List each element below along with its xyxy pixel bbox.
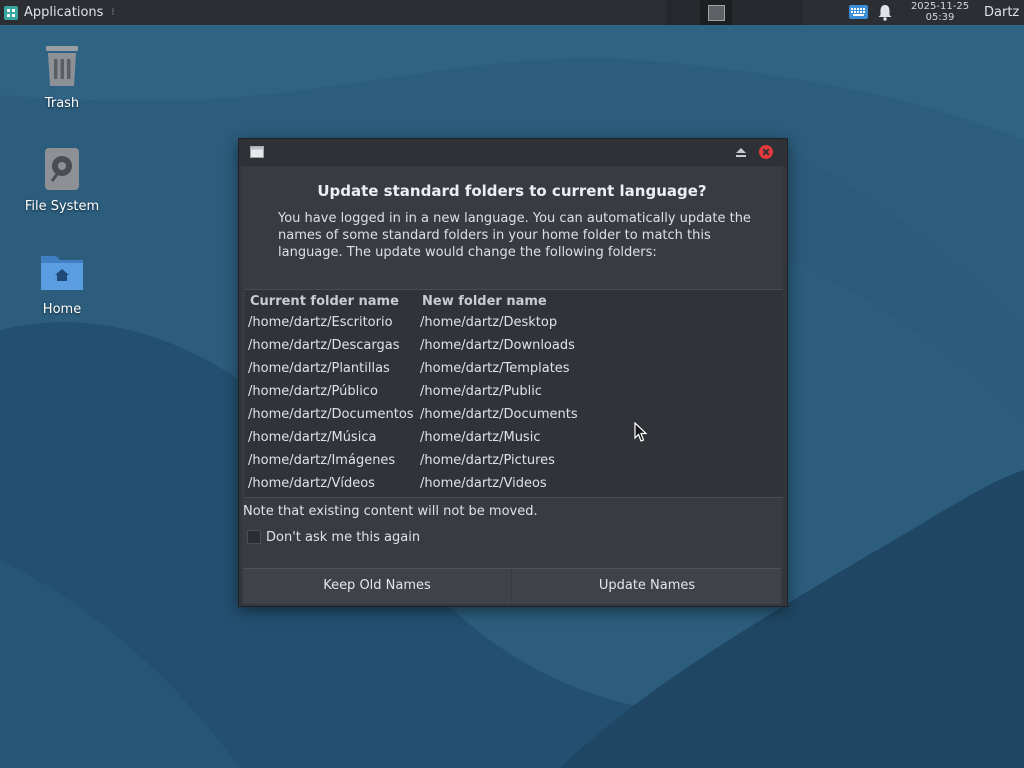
workspace-1[interactable] <box>707 4 725 21</box>
desktop-icon-file-system[interactable]: File System <box>7 145 117 214</box>
table-header: Current folder name New folder name <box>245 290 783 312</box>
applications-menu-button[interactable]: Applications ⁝ <box>4 0 115 25</box>
desktop-icon-label: File System <box>24 199 100 214</box>
panel-clock[interactable]: 2025-11-25 05:39 <box>902 1 978 23</box>
new-folder-cell: /home/dartz/Templates <box>420 361 570 376</box>
current-folder-cell: /home/dartz/Vídeos <box>248 476 375 491</box>
desktop-icon-label: Trash <box>44 96 80 111</box>
window-icon <box>250 146 264 158</box>
trash-icon <box>46 46 78 86</box>
note-text: Note that existing content will not be m… <box>243 504 538 519</box>
user-menu[interactable]: Dartz <box>984 0 1019 25</box>
clock-time: 05:39 <box>925 12 955 23</box>
notification-bell-icon[interactable] <box>877 4 893 21</box>
desktop-icon-label: Home <box>42 302 82 317</box>
table-row[interactable]: /home/dartz/Música /home/dartz/Music <box>245 427 783 450</box>
table-row[interactable]: /home/dartz/Vídeos /home/dartz/Videos <box>245 473 783 496</box>
close-button[interactable] <box>759 145 773 159</box>
new-folder-cell: /home/dartz/Videos <box>420 476 547 491</box>
panel-handle-icon: ⁝ <box>111 7 115 18</box>
desktop-icon-home[interactable]: Home <box>7 248 117 317</box>
table-row[interactable]: /home/dartz/Escritorio /home/dartz/Deskt… <box>245 312 783 335</box>
current-folder-cell: /home/dartz/Plantillas <box>248 361 390 376</box>
new-folder-cell: /home/dartz/Pictures <box>420 453 555 468</box>
dialog-titlebar[interactable] <box>239 139 787 166</box>
current-folder-cell: /home/dartz/Documentos <box>248 407 414 422</box>
dialog-title: Update standard folders to current langu… <box>317 182 707 200</box>
current-folder-cell: /home/dartz/Escritorio <box>248 315 393 330</box>
table-row[interactable]: /home/dartz/Público /home/dartz/Public <box>245 381 783 404</box>
current-folder-cell: /home/dartz/Descargas <box>248 338 400 353</box>
workspace-switcher[interactable] <box>700 0 732 25</box>
clock-date: 2025-11-25 <box>910 1 970 12</box>
table-row[interactable]: /home/dartz/Plantillas /home/dartz/Templ… <box>245 358 783 381</box>
keep-old-names-button[interactable]: Keep Old Names <box>243 569 511 604</box>
dont-ask-again-label: Don't ask me this again <box>266 529 421 545</box>
shade-window-icon[interactable] <box>736 148 746 157</box>
table-row[interactable]: /home/dartz/Descargas /home/dartz/Downlo… <box>245 335 783 358</box>
applications-label: Applications <box>24 5 104 20</box>
applications-menu-icon <box>4 5 18 20</box>
keyboard-layout-icon[interactable] <box>849 5 868 19</box>
current-folder-cell: /home/dartz/Imágenes <box>248 453 396 468</box>
column-header-current[interactable]: Current folder name <box>250 294 399 309</box>
update-folders-dialog: Update standard folders to current langu… <box>238 138 788 607</box>
dont-ask-again-checkbox[interactable] <box>247 530 261 544</box>
current-folder-cell: /home/dartz/Música <box>248 430 377 445</box>
folder-rename-table: Current folder name New folder name /hom… <box>245 289 783 498</box>
table-row[interactable]: /home/dartz/Documentos /home/dartz/Docum… <box>245 404 783 427</box>
new-folder-cell: /home/dartz/Desktop <box>420 315 558 330</box>
update-names-button[interactable]: Update Names <box>513 569 781 604</box>
panel-separator <box>666 0 700 25</box>
new-folder-cell: /home/dartz/Music <box>420 430 541 445</box>
home-folder-icon <box>41 256 83 290</box>
dont-ask-again-option[interactable]: Don't ask me this again <box>247 528 420 546</box>
new-folder-cell: /home/dartz/Public <box>420 384 542 399</box>
dialog-content: Update standard folders to current langu… <box>242 166 783 604</box>
top-panel: Applications ⁝ 2025-11-25 05:39 Dartz <box>0 0 1024 25</box>
panel-separator <box>732 0 766 25</box>
current-folder-cell: /home/dartz/Público <box>248 384 378 399</box>
new-folder-cell: /home/dartz/Documents <box>420 407 578 422</box>
desktop-icon-trash[interactable]: Trash <box>7 42 117 111</box>
button-separator <box>511 569 512 604</box>
new-folder-cell: /home/dartz/Downloads <box>420 338 575 353</box>
mouse-pointer-icon <box>634 422 647 442</box>
dialog-button-bar: Keep Old Names Update Names <box>243 568 781 604</box>
table-row[interactable]: /home/dartz/Imágenes /home/dartz/Picture… <box>245 450 783 473</box>
drive-icon <box>45 148 79 190</box>
panel-separator <box>766 0 802 25</box>
column-header-new[interactable]: New folder name <box>422 294 547 309</box>
dialog-description: You have logged in in a new language. Yo… <box>278 211 751 260</box>
